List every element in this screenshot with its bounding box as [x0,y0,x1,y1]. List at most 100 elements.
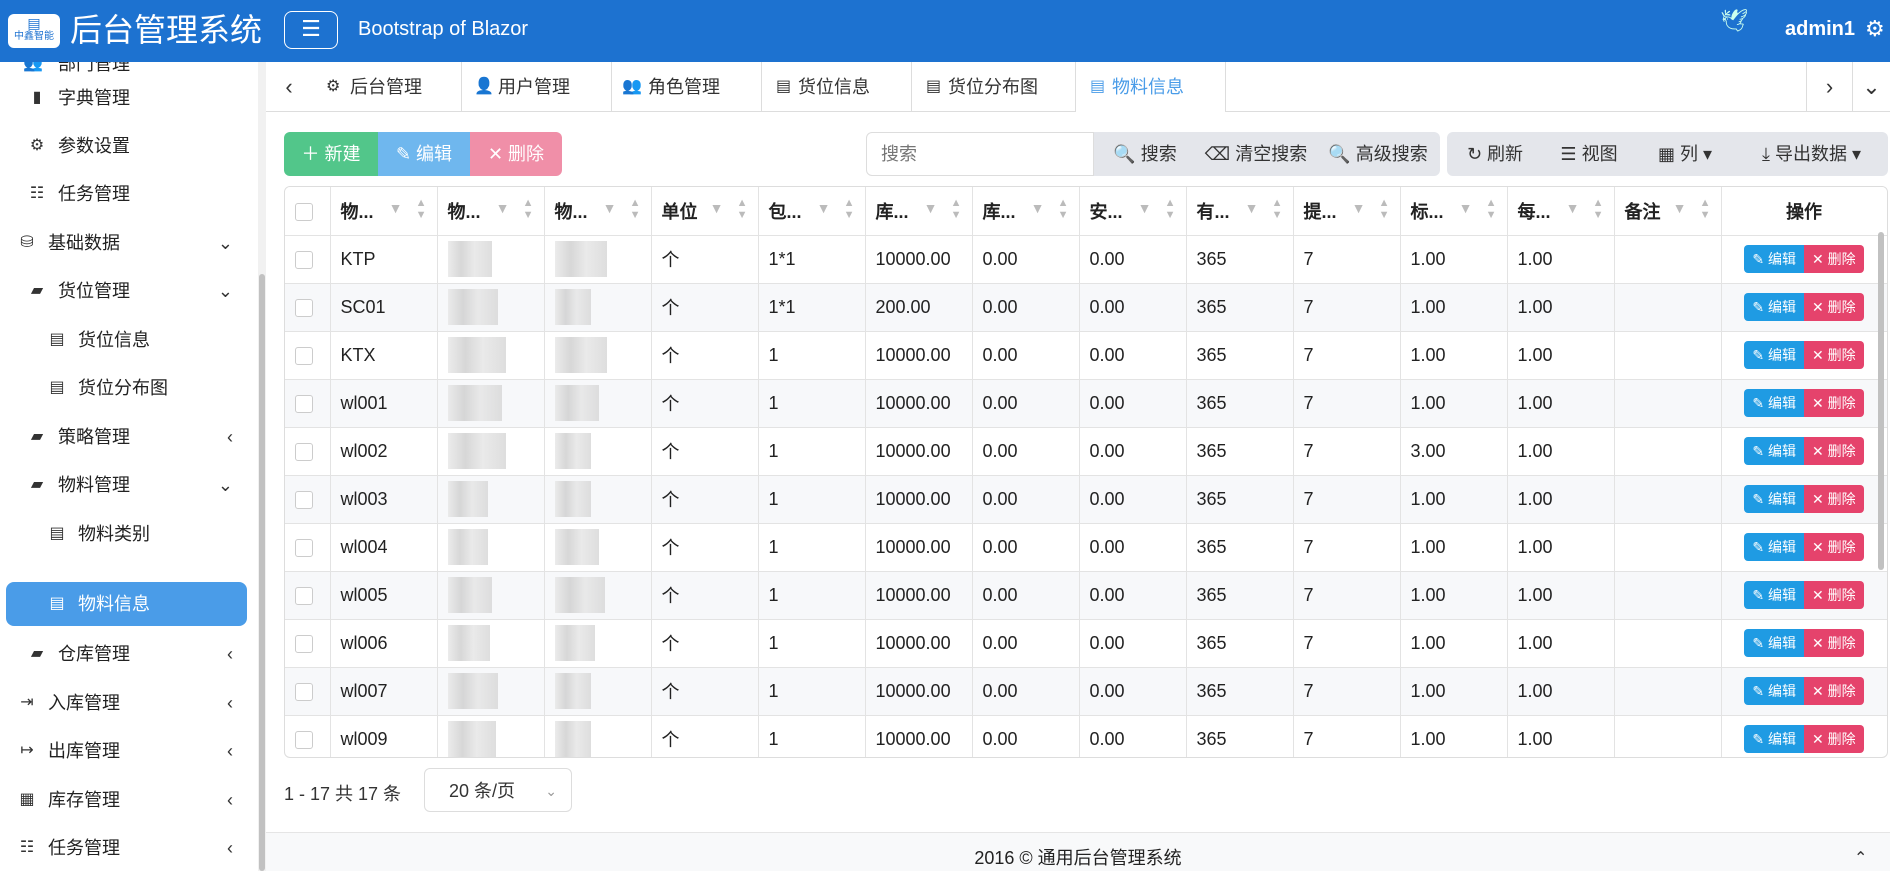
sidebar-item-outbound[interactable]: ↦ 出库管理 ‹ [6,729,247,773]
row-edit-button[interactable]: ✎ 编辑 [1744,677,1804,705]
tab-role-mgmt[interactable]: 👥 角色管理 [612,62,762,112]
advanced-search-button[interactable]: 🔍 高级搜索 [1316,132,1440,176]
row-edit-button[interactable]: ✎ 编辑 [1744,293,1804,321]
search-button[interactable]: 🔍 搜索 [1094,132,1196,176]
table-row[interactable]: wl005 个 1 10000.00 0.00 0.00 365 7 1.00 1.00 ✎ 编辑 ✕… [285,571,1887,620]
sort-icon[interactable]: ▲ ▼ [1486,197,1497,221]
table-row[interactable]: KTX 个 1 10000.00 0.00 0.00 365 7 1.00 1.00 ✎ 编辑 ✕ 删… [285,331,1887,380]
table-row[interactable]: wl002 个 1 10000.00 0.00 0.00 365 7 3.00 1.00 ✎ 编辑 ✕… [285,427,1887,476]
row-delete-button[interactable]: ✕ 删除 [1804,245,1864,273]
sidebar-item-location-map[interactable]: ▤ 货位分布图 [6,366,247,410]
tab-location-info[interactable]: ▤ 货位信息 [762,62,912,112]
filter-icon[interactable]: ▼ [1352,200,1366,216]
table-row[interactable]: wl003 个 1 10000.00 0.00 0.00 365 7 1.00 1.00 ✎ 编辑 ✕… [285,475,1887,524]
row-edit-button[interactable]: ✎ 编辑 [1744,341,1804,369]
column-header[interactable]: 安... ▼ ▲ ▼ [1079,187,1187,236]
sidebar-scrollbar-thumb[interactable] [259,274,265,871]
sidebar-item-tasks-2[interactable]: ☷ 任务管理 ‹ [6,826,247,870]
tab-scroll-left-button[interactable]: ‹ [266,62,312,112]
sort-icon[interactable]: ▲ ▼ [1379,197,1390,221]
row-checkbox[interactable] [285,475,331,524]
row-edit-button[interactable]: ✎ 编辑 [1744,389,1804,417]
row-delete-button[interactable]: ✕ 删除 [1804,389,1864,417]
filter-icon[interactable]: ▼ [1566,200,1580,216]
row-checkbox[interactable] [285,283,331,332]
tab-scroll-right-button[interactable]: › [1806,62,1852,112]
search-input[interactable] [866,132,1094,176]
row-edit-button[interactable]: ✎ 编辑 [1744,581,1804,609]
sort-icon[interactable]: ▲ ▼ [1593,197,1604,221]
sort-icon[interactable]: ▲ ▼ [630,197,641,221]
sort-icon[interactable]: ▲ ▼ [1165,197,1176,221]
delete-button[interactable]: ✕ 删除 [470,132,562,176]
filter-icon[interactable]: ▼ [817,200,831,216]
sidebar-item-params[interactable]: ⚙ 参数设置 [6,124,247,168]
row-delete-button[interactable]: ✕ 删除 [1804,677,1864,705]
tab-location-map[interactable]: ▤ 货位分布图 [912,62,1076,112]
sort-icon[interactable]: ▲ ▼ [844,197,855,221]
row-checkbox[interactable] [285,571,331,620]
columns-button[interactable]: ▦ 列 ▾ [1635,132,1735,176]
table-row[interactable]: wl004 个 1 10000.00 0.00 0.00 365 7 1.00 1.00 ✎ 编辑 ✕… [285,523,1887,572]
view-button[interactable]: ☰ 视图 [1543,132,1635,176]
select-all-checkbox[interactable] [285,187,331,236]
row-checkbox[interactable] [285,523,331,572]
sidebar-item-dict[interactable]: ▮ 字典管理 [6,76,247,120]
filter-icon[interactable]: ▼ [1673,200,1687,216]
tab-user-mgmt[interactable]: 👤 用户管理 [462,62,612,112]
row-edit-button[interactable]: ✎ 编辑 [1744,437,1804,465]
row-delete-button[interactable]: ✕ 删除 [1804,725,1864,753]
column-header[interactable]: 库... ▼ ▲ ▼ [972,187,1080,236]
row-checkbox[interactable] [285,235,331,284]
new-button[interactable]: ＋ 新建 [284,132,378,176]
tab-admin[interactable]: ⚙ 后台管理 [312,62,462,112]
sort-icon[interactable]: ▲ ▼ [951,197,962,221]
row-edit-button[interactable]: ✎ 编辑 [1744,629,1804,657]
row-delete-button[interactable]: ✕ 删除 [1804,341,1864,369]
sidebar-item-warehouse[interactable]: ▰ 仓库管理 ‹ [6,632,247,676]
tab-material-info[interactable]: ▤ 物料信息 [1076,62,1226,112]
column-header[interactable]: 单位 ▼ ▲ ▼ [651,187,759,236]
row-edit-button[interactable]: ✎ 编辑 [1744,725,1804,753]
export-button[interactable]: ⤓ 导出数据 ▾ [1735,132,1888,176]
row-delete-button[interactable]: ✕ 删除 [1804,293,1864,321]
filter-icon[interactable]: ▼ [389,200,403,216]
column-header[interactable]: 库... ▼ ▲ ▼ [865,187,973,236]
row-checkbox[interactable] [285,379,331,428]
row-delete-button[interactable]: ✕ 删除 [1804,485,1864,513]
column-header[interactable]: 备注 ▼ ▲ ▼ [1614,187,1722,236]
filter-icon[interactable]: ▼ [1031,200,1045,216]
row-checkbox[interactable] [285,715,331,757]
row-edit-button[interactable]: ✎ 编辑 [1744,485,1804,513]
sort-icon[interactable]: ▲ ▼ [1700,197,1711,221]
sidebar-item-material-info[interactable]: ▤ 物料信息 [6,582,247,626]
scroll-to-top-button[interactable]: ⌃ [1854,848,1867,868]
filter-icon[interactable]: ▼ [924,200,938,216]
column-header[interactable]: 物... ▼ ▲ ▼ [544,187,652,236]
sidebar-item-basic-data[interactable]: ⛁ 基础数据 ⌄ [6,221,247,265]
table-row[interactable]: wl001 个 1 10000.00 0.00 0.00 365 7 1.00 1.00 ✎ 编辑 ✕… [285,379,1887,428]
sidebar-item-strategy[interactable]: ▰ 策略管理 ‹ [6,415,247,459]
table-row[interactable]: KTP 个 1*1 10000.00 0.00 0.00 365 7 1.00 1.00 ✎ 编辑 ✕… [285,235,1887,284]
gear-icon[interactable]: ⚙ [1865,16,1885,42]
column-header[interactable]: 标... ▼ ▲ ▼ [1400,187,1508,236]
table-row[interactable]: wl006 个 1 10000.00 0.00 0.00 365 7 1.00 1.00 ✎ 编辑 ✕… [285,619,1887,668]
sort-icon[interactable]: ▲ ▼ [737,197,748,221]
filter-icon[interactable]: ▼ [603,200,617,216]
clear-search-button[interactable]: ⌫ 清空搜索 [1196,132,1316,176]
row-checkbox[interactable] [285,331,331,380]
row-checkbox[interactable] [285,619,331,668]
filter-icon[interactable]: ▼ [1459,200,1473,216]
table-row[interactable]: SC01 个 1*1 200.00 0.00 0.00 365 7 1.00 1.00 ✎ 编辑 ✕ … [285,283,1887,332]
sidebar-item-material-mgmt[interactable]: ▰ 物料管理 ⌄ [6,463,247,507]
row-edit-button[interactable]: ✎ 编辑 [1744,533,1804,561]
sort-icon[interactable]: ▲ ▼ [523,197,534,221]
row-delete-button[interactable]: ✕ 删除 [1804,629,1864,657]
column-header[interactable]: 有... ▼ ▲ ▼ [1186,187,1294,236]
sidebar-item-tasks[interactable]: ☷ 任务管理 [6,172,247,216]
filter-icon[interactable]: ▼ [1138,200,1152,216]
row-checkbox[interactable] [285,667,331,716]
table-row[interactable]: wl009 个 1 10000.00 0.00 0.00 365 7 1.00 1.00 ✎ 编辑 ✕… [285,715,1887,757]
column-header[interactable]: 每... ▼ ▲ ▼ [1507,187,1615,236]
sidebar-item-material-category[interactable]: ▤ 物料类别 [6,512,247,556]
